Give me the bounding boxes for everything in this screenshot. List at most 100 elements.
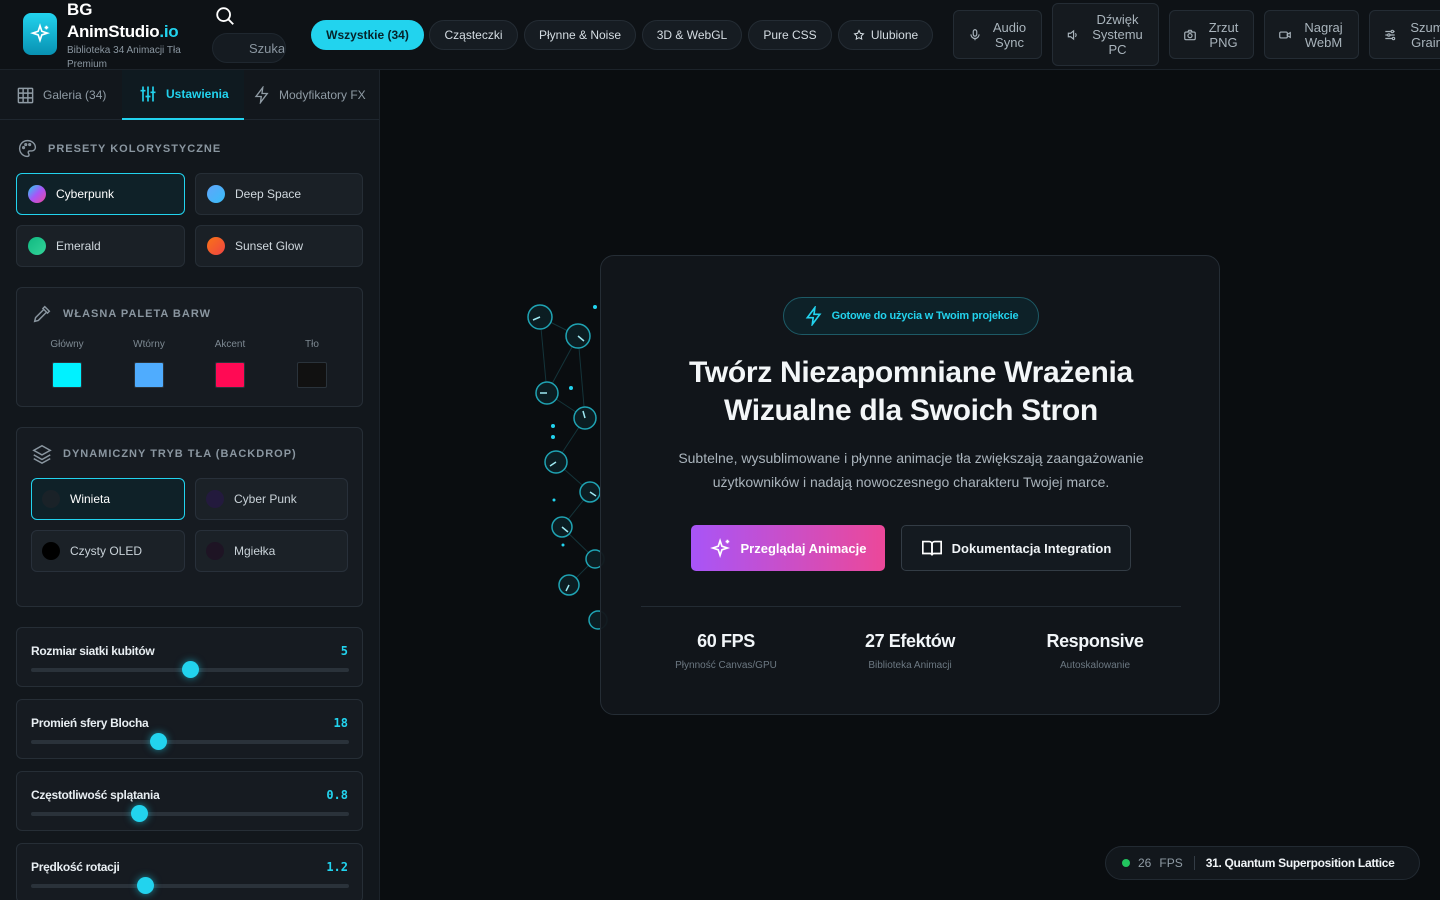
book-icon xyxy=(921,540,942,556)
ready-badge: Gotowe do użycia w Twoim projekcie xyxy=(783,297,1039,335)
slider-value: 0.8 xyxy=(326,788,348,802)
backdrop-heading: DYNAMICZNY TRYB TŁA (BACKDROP) xyxy=(31,443,297,465)
eyedropper-icon xyxy=(33,305,51,323)
backdrop-pure-oled[interactable]: Czysty OLED xyxy=(31,530,185,572)
sparkles-icon xyxy=(709,538,730,558)
slider-label: Prędkość rotacji xyxy=(31,860,120,874)
slider-value: 1.2 xyxy=(326,860,348,874)
preset-emerald[interactable]: Emerald xyxy=(16,225,185,267)
palette-icon xyxy=(19,139,37,158)
presets-heading: PRESETY KOLORYSTYCZNE xyxy=(17,138,221,159)
settings-sliders-icon xyxy=(140,86,156,102)
backdrop-swatch xyxy=(206,542,224,560)
preset-swatch xyxy=(28,237,46,255)
slider-bloch-sphere-radius: Promień sfery Blocha 18 xyxy=(16,699,363,759)
swatch-label-primary: Główny xyxy=(50,339,84,350)
preset-swatch xyxy=(207,185,225,203)
slider-track[interactable] xyxy=(31,812,349,816)
current-animation-name: 31. Quantum Superposition Lattice xyxy=(1205,856,1395,870)
preset-swatch xyxy=(28,185,46,203)
filter-all[interactable]: Wszystkie (34) xyxy=(311,20,424,50)
top-header: BG AnimStudio.io Biblioteka 34 Animacji … xyxy=(0,0,1440,70)
separator xyxy=(1193,856,1195,870)
color-picker-secondary[interactable] xyxy=(134,362,164,388)
color-picker-primary[interactable] xyxy=(52,362,82,388)
filter-pure-css[interactable]: Pure CSS xyxy=(748,20,832,50)
sparkles-icon xyxy=(30,23,50,44)
documentation-button[interactable]: Dokumentacja Integration xyxy=(901,525,1131,571)
swatch-label-background: Tło xyxy=(305,339,319,350)
filter-3d-webgl[interactable]: 3D & WebGL xyxy=(642,20,742,50)
hero-title: Twórz Niezapomniane Wrażenia Wizualne dl… xyxy=(689,356,1133,427)
speaker-icon xyxy=(1067,29,1077,40)
slider-track[interactable] xyxy=(31,884,349,888)
slider-label: Częstotliwość splątania xyxy=(31,788,160,802)
color-picker-accent[interactable] xyxy=(215,362,245,388)
fps-unit: FPS xyxy=(1159,856,1183,870)
system-audio-button[interactable]: Dźwięk Systemu PC xyxy=(1052,3,1159,66)
lightning-icon xyxy=(805,306,822,326)
video-icon xyxy=(1278,31,1291,38)
filter-fluid-noise[interactable]: Płynne & Noise xyxy=(524,20,636,50)
grain-noise-button[interactable]: Szum Grain xyxy=(1369,10,1440,59)
backdrop-cyber-punk[interactable]: Cyber Punk xyxy=(195,478,348,520)
swatch-label-accent: Akcent xyxy=(214,339,246,350)
stat-effects: 27 Efektów Biblioteka Animacji xyxy=(815,631,1005,671)
custom-palette-card: WŁASNA PALETA BARW Główny Wtórny Akcent … xyxy=(16,287,363,407)
search-input[interactable] xyxy=(212,33,286,63)
color-picker-background[interactable] xyxy=(297,362,327,388)
stat-value: 27 Efektów xyxy=(864,631,956,651)
microphone-icon xyxy=(969,28,980,40)
backdrop-swatch xyxy=(42,542,60,560)
png-snapshot-button[interactable]: Zrzut PNG xyxy=(1169,10,1254,59)
preset-swatch xyxy=(207,237,225,255)
fps-value: 26 xyxy=(1138,856,1152,870)
grid-icon xyxy=(17,87,34,103)
slider-thumb[interactable] xyxy=(130,805,148,822)
tab-fx-modifiers[interactable]: Modyfikatory FX xyxy=(244,70,379,120)
browse-animations-button[interactable]: Przeglądaj Animacje xyxy=(691,525,885,571)
slider-qubit-grid-size: Rozmiar siatki kubitów 5 xyxy=(16,627,363,687)
slider-entanglement-frequency: Częstotliwość splątania 0.8 xyxy=(16,771,363,831)
preset-deep-space[interactable]: Deep Space xyxy=(195,173,363,215)
sidebar-tabs: Galeria (34) Ustawienia Modyfikatory FX xyxy=(0,70,379,120)
fps-status-bar: 26 FPS 31. Quantum Superposition Lattice xyxy=(1105,846,1420,880)
layers-icon xyxy=(32,444,52,465)
stat-fps: 60 FPS Płynność Canvas/GPU xyxy=(631,631,821,671)
filter-favorites[interactable]: Ulubione xyxy=(838,20,933,50)
status-dot xyxy=(1122,859,1130,867)
preset-cyberpunk[interactable]: Cyberpunk xyxy=(16,173,185,215)
stat-label: Autoskalowanie xyxy=(1059,660,1131,671)
stat-label: Płynność Canvas/GPU xyxy=(675,660,777,671)
lightning-icon xyxy=(254,86,269,104)
search-icon[interactable] xyxy=(214,5,236,27)
slider-thumb[interactable] xyxy=(136,877,154,894)
camera-icon xyxy=(1183,29,1196,40)
slider-value: 18 xyxy=(333,716,348,730)
slider-rotation-speed: Prędkość rotacji 1.2 xyxy=(16,843,363,900)
logo xyxy=(23,13,57,55)
divider xyxy=(641,606,1181,607)
stat-responsive: Responsive Autoskalowanie xyxy=(1000,631,1190,671)
preset-sunset-glow[interactable]: Sunset Glow xyxy=(195,225,363,267)
tab-settings[interactable]: Ustawienia xyxy=(122,70,244,120)
slider-track[interactable] xyxy=(31,740,349,744)
tab-gallery[interactable]: Galeria (34) xyxy=(0,70,122,120)
backdrop-vignette[interactable]: Winieta xyxy=(31,478,185,520)
swatch-label-secondary: Wtórny xyxy=(133,339,165,350)
backdrop-haze[interactable]: Mgiełka xyxy=(195,530,348,572)
record-webm-button[interactable]: Nagraj WebM xyxy=(1264,10,1359,59)
brand-subtitle: Biblioteka 34 Animacji Tła Premium xyxy=(67,45,181,70)
slider-value: 5 xyxy=(340,644,348,658)
slider-label: Promień sfery Blocha xyxy=(31,716,149,730)
custom-palette-heading: WŁASNA PALETA BARW xyxy=(31,303,211,325)
audio-sync-button[interactable]: Audio Sync xyxy=(953,10,1042,59)
slider-thumb[interactable] xyxy=(149,733,167,750)
brand-name: AnimStudio.io xyxy=(67,22,179,41)
slider-thumb[interactable] xyxy=(181,661,199,678)
slider-label: Rozmiar siatki kubitów xyxy=(31,644,155,658)
filter-particles[interactable]: Cząsteczki xyxy=(429,20,518,50)
hero-card: Gotowe do użycia w Twoim projekcie Twórz… xyxy=(600,255,1220,715)
stat-value: 60 FPS xyxy=(697,631,755,651)
sliders-icon xyxy=(1385,29,1396,40)
